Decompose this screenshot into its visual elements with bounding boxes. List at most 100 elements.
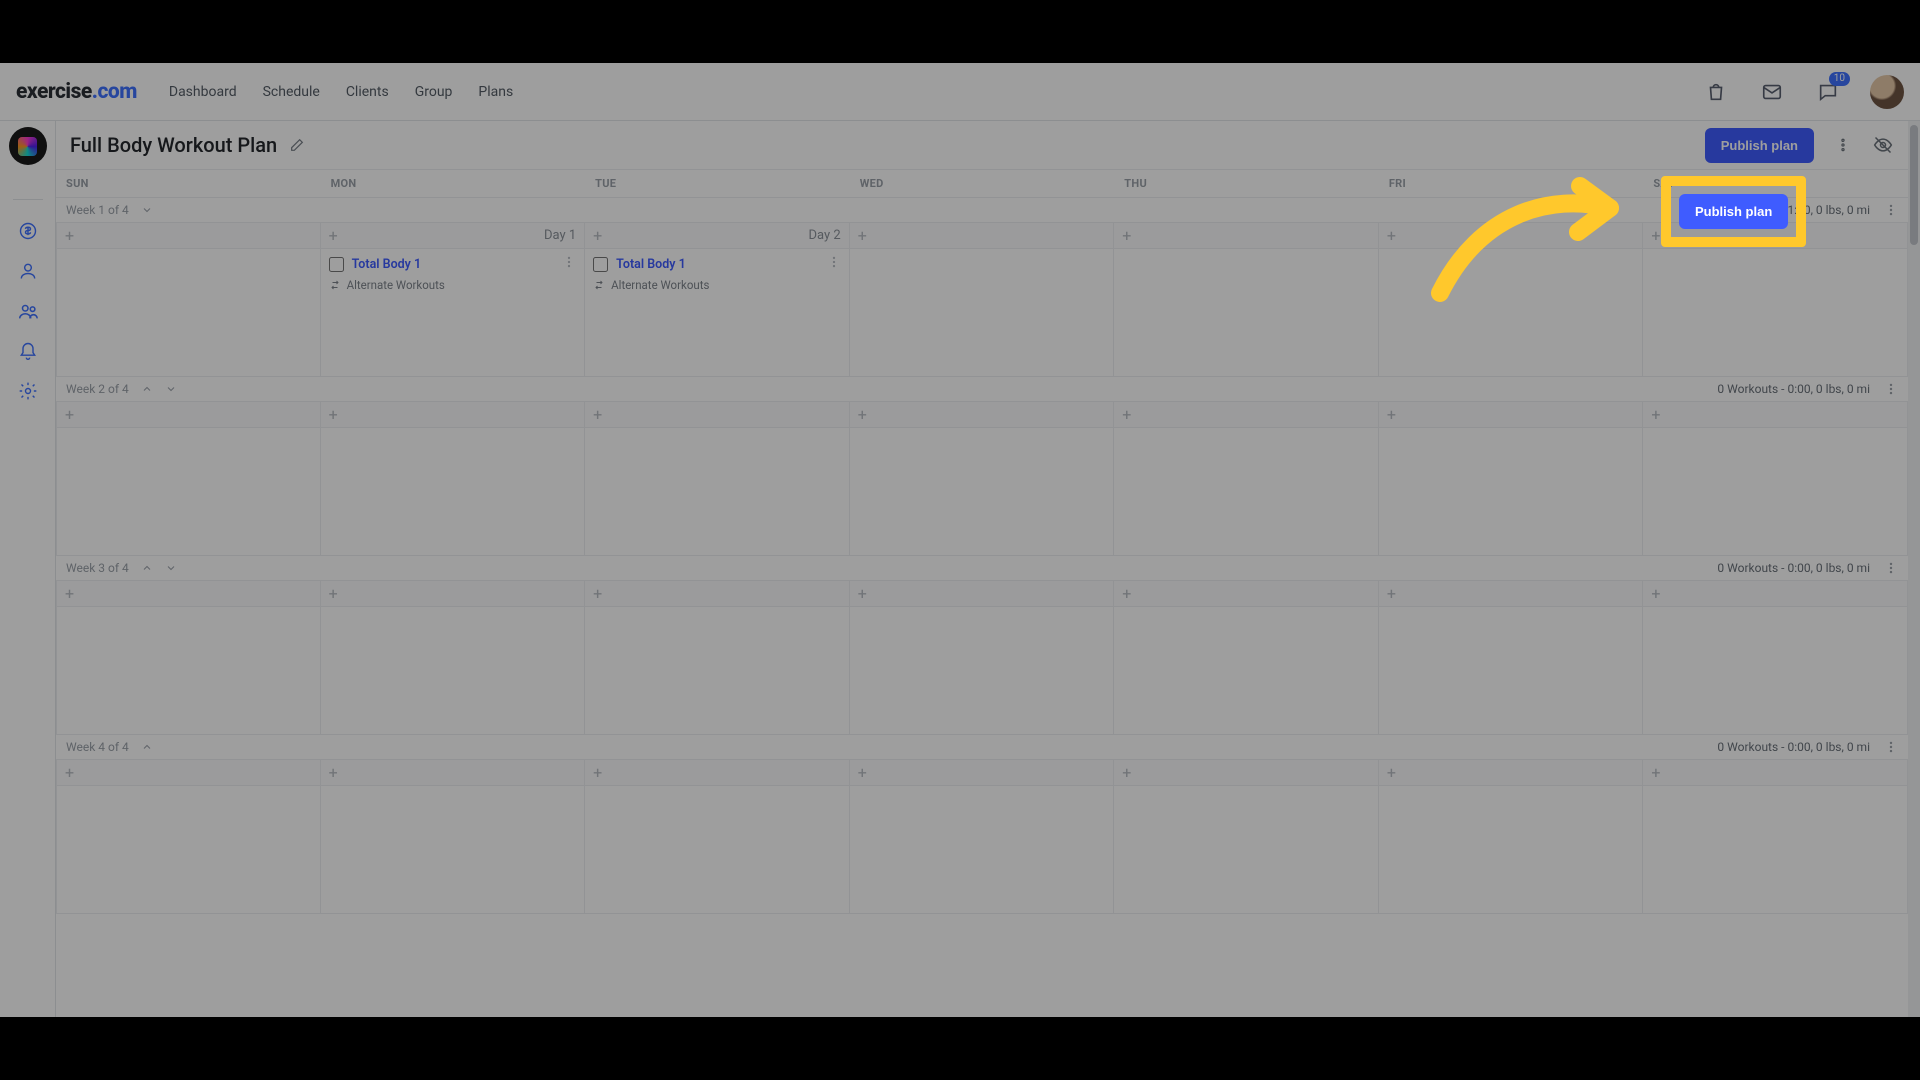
add-cell: + xyxy=(850,759,1115,785)
add-workout-icon[interactable]: + xyxy=(1387,407,1396,423)
add-workout-icon[interactable]: + xyxy=(1387,228,1396,244)
add-workout-icon[interactable]: + xyxy=(1122,407,1131,423)
add-workout-icon[interactable]: + xyxy=(593,407,602,423)
workout-item[interactable]: Total Body 1 xyxy=(593,257,827,272)
workout-checkbox[interactable] xyxy=(593,257,608,272)
day-cell[interactable] xyxy=(1643,606,1908,734)
day-cell[interactable] xyxy=(850,785,1115,913)
day-cell[interactable] xyxy=(1643,427,1908,555)
add-workout-icon[interactable]: + xyxy=(329,765,338,781)
workout-more-icon[interactable] xyxy=(827,255,841,269)
add-workout-icon[interactable]: + xyxy=(1651,586,1660,602)
add-workout-icon[interactable]: + xyxy=(593,765,602,781)
day-cell[interactable] xyxy=(1114,248,1379,376)
add-workout-icon[interactable]: + xyxy=(329,228,338,244)
add-workout-icon[interactable]: + xyxy=(329,407,338,423)
day-cell[interactable] xyxy=(1643,785,1908,913)
add-workout-icon[interactable]: + xyxy=(1387,765,1396,781)
scrollbar-thumb[interactable] xyxy=(1910,125,1918,245)
add-workout-icon[interactable]: + xyxy=(858,586,867,602)
day-cell[interactable] xyxy=(1379,785,1644,913)
scrollbar[interactable] xyxy=(1908,121,1920,1017)
day-cell[interactable] xyxy=(850,248,1115,376)
week-more-icon[interactable] xyxy=(1884,561,1898,575)
day-cell[interactable] xyxy=(1379,427,1644,555)
add-workout-icon[interactable]: + xyxy=(593,586,602,602)
day-cell[interactable] xyxy=(56,427,321,555)
add-workout-icon[interactable]: + xyxy=(1651,228,1660,244)
week-more-icon[interactable] xyxy=(1884,740,1898,754)
chevron-up-icon[interactable] xyxy=(141,562,153,574)
nav-schedule[interactable]: Schedule xyxy=(263,84,320,100)
add-workout-icon[interactable]: + xyxy=(593,228,602,244)
add-workout-icon[interactable]: + xyxy=(1122,586,1131,602)
nav-clients[interactable]: Clients xyxy=(346,84,389,100)
chevron-down-icon[interactable] xyxy=(165,562,177,574)
day-cell[interactable] xyxy=(585,606,850,734)
alternate-workouts-row[interactable]: Alternate Workouts xyxy=(593,278,841,292)
chevron-down-icon[interactable] xyxy=(165,383,177,395)
chat-icon[interactable]: 10 xyxy=(1814,78,1842,106)
day-cell[interactable]: Total Body 1 Alternate Workouts xyxy=(321,248,586,376)
letterbox-top xyxy=(0,0,1920,63)
nav-group[interactable]: Group xyxy=(415,84,453,100)
edit-icon[interactable] xyxy=(289,137,305,153)
visibility-off-icon[interactable] xyxy=(1872,134,1894,156)
chevron-down-icon[interactable] xyxy=(141,204,153,216)
mail-icon[interactable] xyxy=(1758,78,1786,106)
day-cell[interactable] xyxy=(321,785,586,913)
add-workout-icon[interactable]: + xyxy=(1651,407,1660,423)
nav-right: 10 xyxy=(1702,75,1904,109)
rail-bell-icon[interactable] xyxy=(13,336,43,366)
day-cell[interactable] xyxy=(321,427,586,555)
workout-more-icon[interactable] xyxy=(562,255,576,269)
chevron-up-icon[interactable] xyxy=(141,383,153,395)
day-cell[interactable] xyxy=(585,785,850,913)
day-cell[interactable] xyxy=(1114,427,1379,555)
publish-plan-button[interactable]: Publish plan xyxy=(1705,128,1814,163)
add-cell: + xyxy=(1379,401,1644,427)
add-workout-icon[interactable]: + xyxy=(329,586,338,602)
day-cell[interactable] xyxy=(321,606,586,734)
workout-item[interactable]: Total Body 1 xyxy=(329,257,563,272)
alternate-workouts-row[interactable]: Alternate Workouts xyxy=(329,278,577,292)
day-cell[interactable]: Total Body 1 Alternate Workouts xyxy=(585,248,850,376)
rail-settings-icon[interactable] xyxy=(13,376,43,406)
add-workout-icon[interactable]: + xyxy=(858,407,867,423)
day-cell[interactable] xyxy=(1643,248,1908,376)
add-workout-icon[interactable]: + xyxy=(1387,586,1396,602)
week-more-icon[interactable] xyxy=(1884,203,1898,217)
week-more-icon[interactable] xyxy=(1884,382,1898,396)
user-avatar[interactable] xyxy=(1870,75,1904,109)
day-cell[interactable] xyxy=(1379,606,1644,734)
shop-icon[interactable] xyxy=(1702,78,1730,106)
rail-billing-icon[interactable] xyxy=(13,216,43,246)
rail-user-icon[interactable] xyxy=(13,256,43,286)
day-cell[interactable] xyxy=(56,606,321,734)
add-workout-icon[interactable]: + xyxy=(1651,765,1660,781)
org-logo[interactable] xyxy=(9,127,47,165)
day-cell[interactable] xyxy=(850,606,1115,734)
day-cell[interactable] xyxy=(1114,606,1379,734)
day-cell[interactable] xyxy=(56,785,321,913)
day-cell[interactable] xyxy=(1114,785,1379,913)
plan-more-icon[interactable] xyxy=(1832,134,1854,156)
add-workout-icon[interactable]: + xyxy=(65,586,74,602)
add-workout-icon[interactable]: + xyxy=(858,228,867,244)
publish-plan-button-highlighted[interactable]: Publish plan xyxy=(1679,194,1788,229)
add-workout-icon[interactable]: + xyxy=(858,765,867,781)
add-workout-icon[interactable]: + xyxy=(65,407,74,423)
chevron-up-icon[interactable] xyxy=(141,741,153,753)
add-workout-icon[interactable]: + xyxy=(1122,765,1131,781)
workout-checkbox[interactable] xyxy=(329,257,344,272)
nav-dashboard[interactable]: Dashboard xyxy=(169,84,237,100)
day-cell[interactable] xyxy=(585,427,850,555)
add-workout-icon[interactable]: + xyxy=(65,228,74,244)
add-workout-icon[interactable]: + xyxy=(1122,228,1131,244)
brand-logo[interactable]: exercise.com xyxy=(16,80,137,104)
nav-plans[interactable]: Plans xyxy=(478,84,513,100)
day-cell[interactable] xyxy=(850,427,1115,555)
add-workout-icon[interactable]: + xyxy=(65,765,74,781)
rail-groups-icon[interactable] xyxy=(13,296,43,326)
day-cell[interactable] xyxy=(56,248,321,376)
